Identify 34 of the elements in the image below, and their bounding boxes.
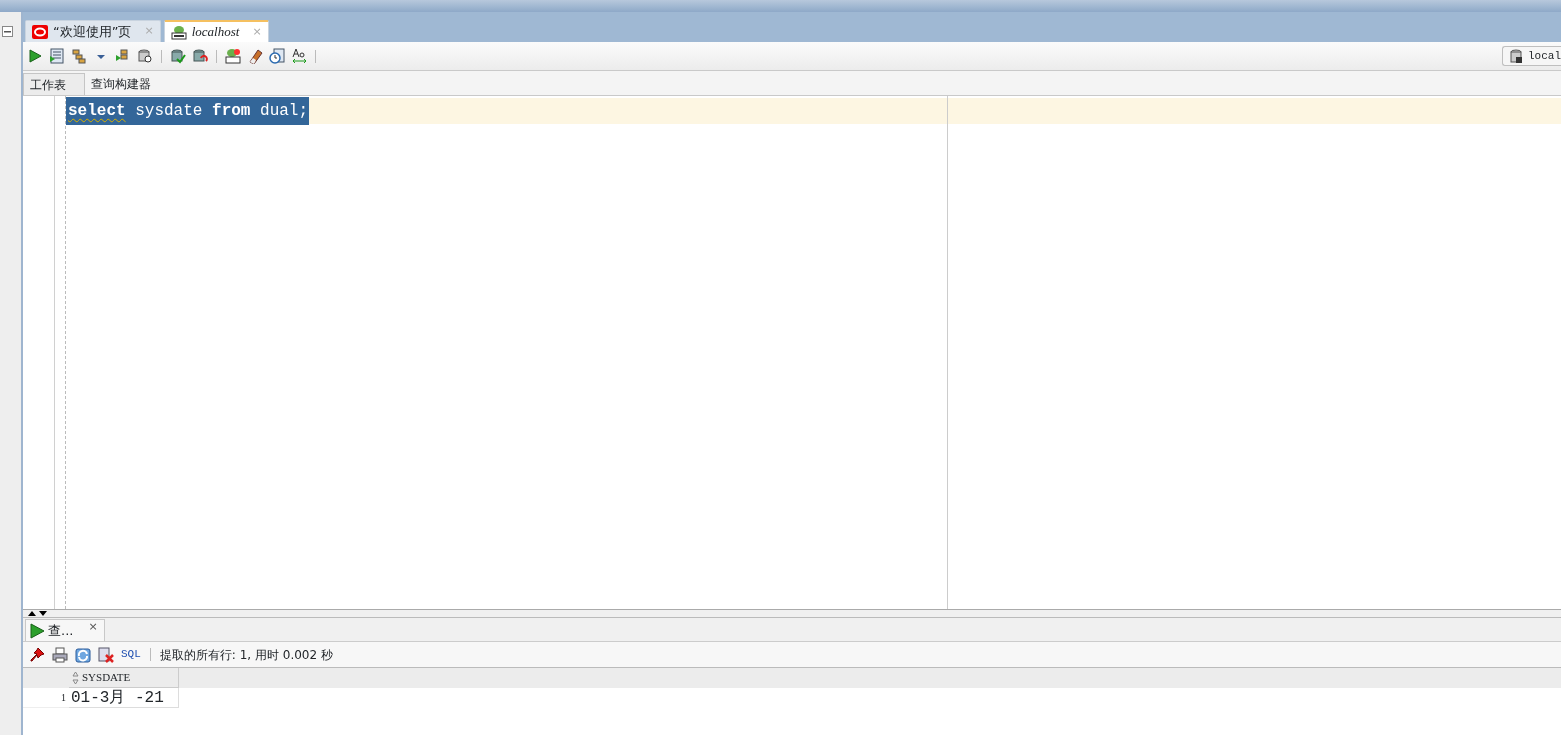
rollback-icon[interactable]: [192, 48, 208, 64]
run-icon[interactable]: [27, 48, 43, 64]
sql-database-icon: [170, 24, 187, 40]
close-icon[interactable]: ×: [88, 619, 98, 636]
eraser-icon[interactable]: [247, 48, 263, 64]
sub-tab[interactable]: 查询构建器: [85, 73, 157, 95]
run-icon: [29, 622, 45, 639]
minimize-icon[interactable]: [2, 26, 13, 37]
text-case-icon[interactable]: [291, 48, 307, 64]
print-icon[interactable]: [52, 646, 68, 663]
database-icon: [1509, 48, 1525, 64]
sort-icon[interactable]: [72, 670, 79, 685]
pin-icon[interactable]: [29, 646, 45, 663]
row-number: 1: [23, 688, 69, 708]
commit-icon[interactable]: [170, 48, 186, 64]
run-script-icon[interactable]: [49, 48, 65, 64]
oracle-icon: [32, 24, 48, 39]
editor-tab[interactable]: “欢迎使用”页 ×: [25, 20, 161, 42]
sql-worksheet-icon[interactable]: [225, 48, 241, 64]
clock-icon[interactable]: [269, 48, 285, 64]
column-header[interactable]: SYSDATE: [69, 668, 179, 688]
connection-button[interactable]: local: [1502, 46, 1561, 66]
database-run-icon[interactable]: [115, 48, 131, 64]
delete-icon[interactable]: [98, 646, 114, 663]
status-text: 提取的所有行: 1, 用时 0.002 秒: [159, 646, 333, 664]
database-search-icon[interactable]: [137, 48, 153, 64]
editor-tab[interactable]: localhost ×: [163, 20, 269, 42]
collapse-arrows-icon[interactable]: [27, 610, 49, 617]
results-tab[interactable]: 查... ×: [25, 619, 105, 641]
database-icon[interactable]: [71, 48, 87, 64]
sql-link[interactable]: SQL: [121, 646, 141, 663]
table-cell: 01-3月 -21: [69, 688, 179, 708]
refresh-icon[interactable]: [75, 646, 91, 663]
sub-tab[interactable]: 工作表: [23, 73, 85, 95]
